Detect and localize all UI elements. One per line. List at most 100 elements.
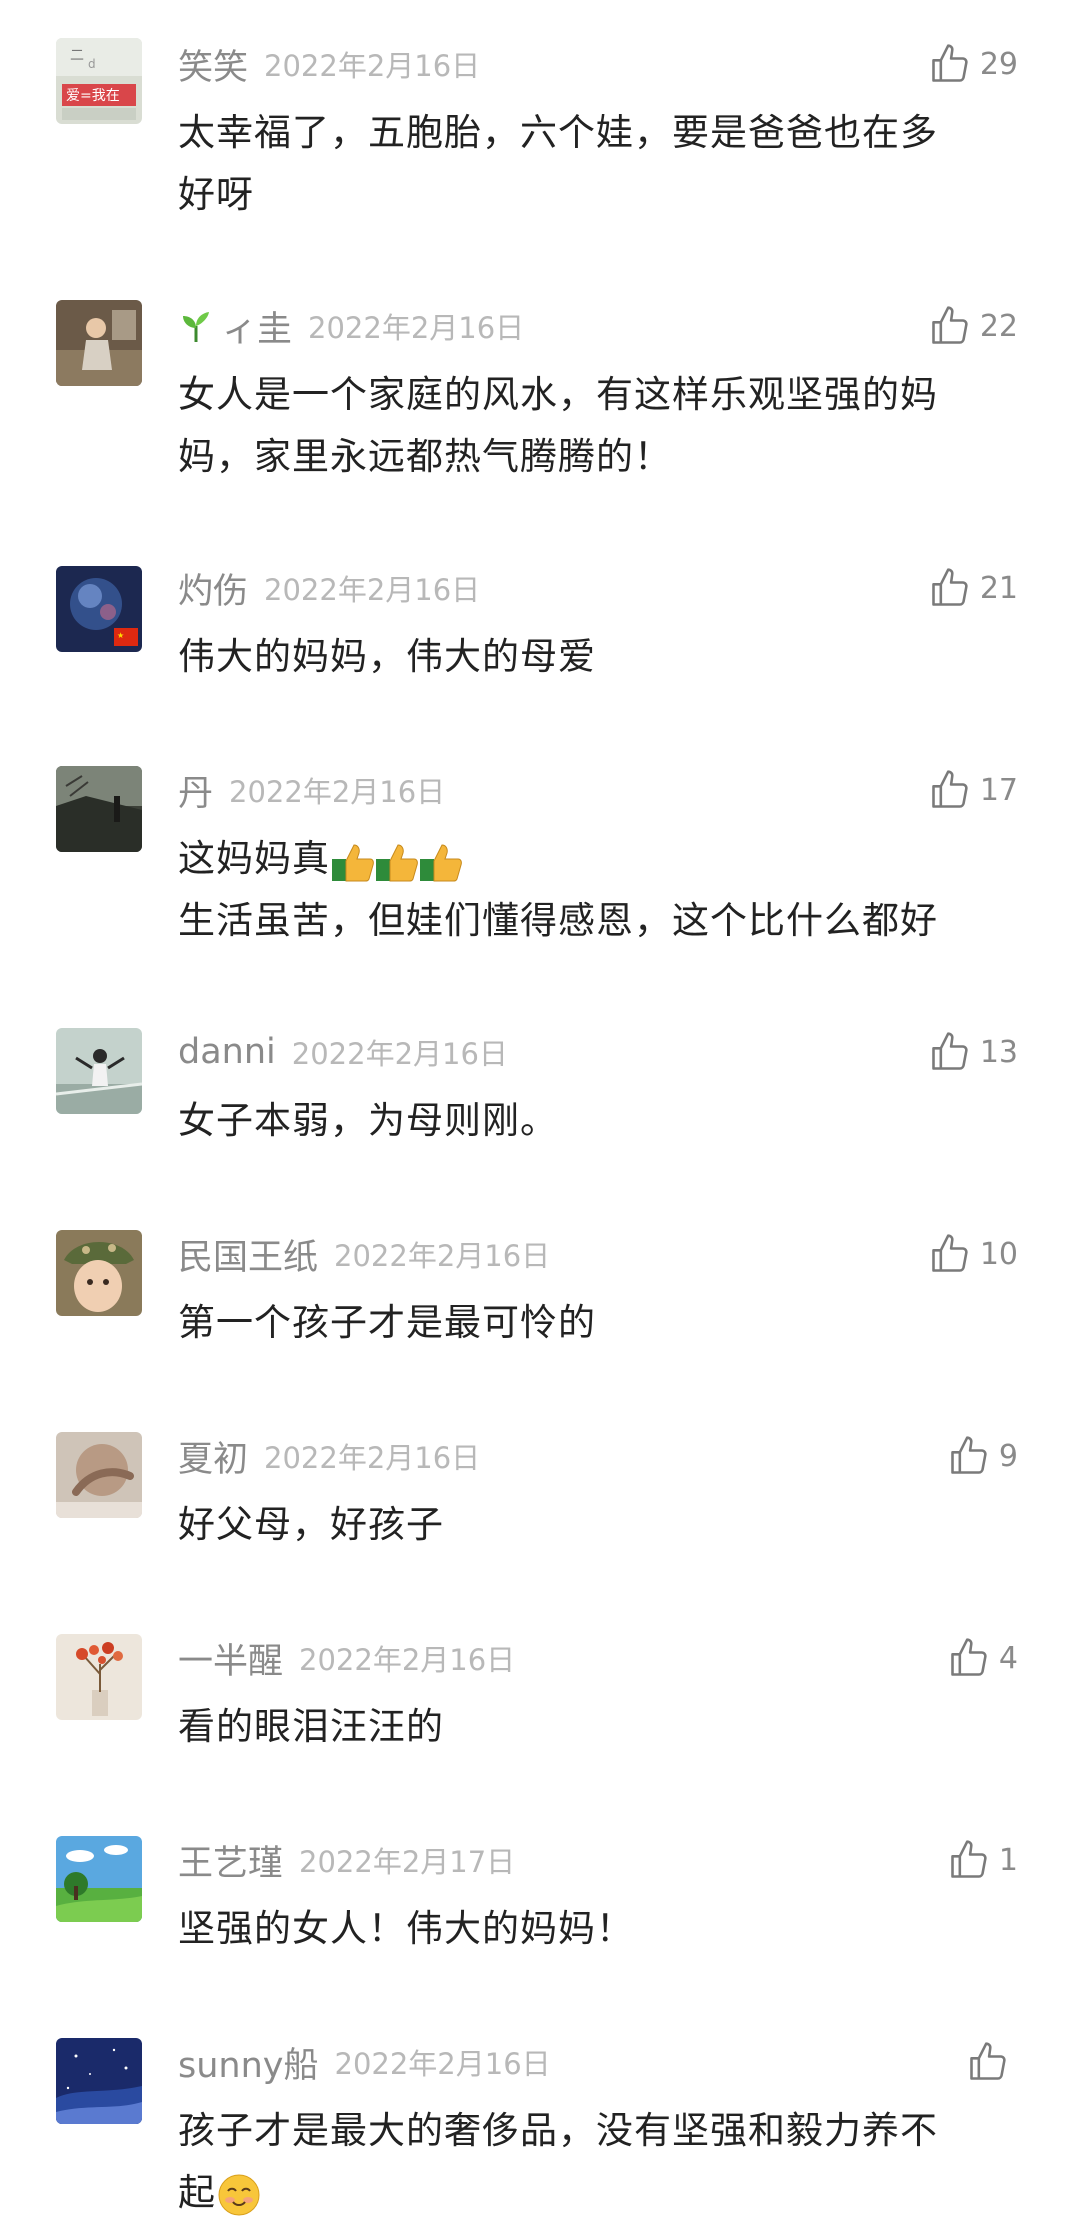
comment-text: 好父母，好孩子: [178, 1494, 998, 1556]
like-button[interactable]: 9: [947, 1424, 1018, 1488]
comment-meta: 灼伤 2022年2月16日: [178, 556, 480, 620]
comment-text: 女子本弱，为母则刚。: [178, 1090, 998, 1152]
like-count: 21: [979, 570, 1018, 606]
username[interactable]: 夏初: [178, 1431, 248, 1482]
username[interactable]: 灼伤: [178, 563, 248, 614]
comment-date: 2022年2月16日: [264, 573, 481, 607]
comment-text: 这妈妈真 生活虽苦，但娃们懂得感恩，这个比什么都好: [178, 828, 998, 952]
seedling-icon: [183, 312, 209, 342]
comment-text: 看的眼泪汪汪的: [178, 1696, 998, 1758]
avatar[interactable]: 二 d 爱=我在: [56, 38, 142, 124]
like-button[interactable]: 10: [928, 1222, 1018, 1286]
thumbs-up-outline-icon: [951, 1436, 987, 1474]
like-count: 13: [979, 1034, 1018, 1070]
thumbs-up-outline-icon: [932, 44, 968, 82]
avatar[interactable]: [56, 1028, 142, 1114]
comment-text: 太幸福了，五胞胎，六个娃，要是爸爸也在多 好呀: [178, 102, 998, 226]
avatar-image: [56, 2038, 142, 2124]
comment-line: 太幸福了，五胞胎，六个娃，要是爸爸也在多: [178, 111, 938, 154]
comment-date: 2022年2月16日: [334, 1239, 551, 1273]
comment-date: 2022年2月17日: [299, 1845, 516, 1879]
avatar[interactable]: ★: [56, 566, 142, 652]
like-button[interactable]: 17: [928, 758, 1018, 822]
like-button[interactable]: 1: [947, 1828, 1018, 1892]
avatar-image: [56, 766, 142, 852]
avatar[interactable]: [56, 1432, 142, 1518]
comment-text: 孩子才是最大的奢侈品，没有坚强和毅力养不 起: [178, 2100, 998, 2224]
comment-line: 好呀: [178, 173, 254, 216]
thumbs-up-outline-icon: [932, 568, 968, 606]
username[interactable]: 民国王纸: [178, 1229, 318, 1280]
comment-date: 2022年2月16日: [299, 1643, 516, 1677]
thumbs-up-outline-icon: [932, 1032, 968, 1070]
like-button[interactable]: 21: [928, 556, 1018, 620]
like-button[interactable]: 13: [928, 1020, 1018, 1084]
svg-text:★: ★: [117, 631, 124, 640]
comment-meta: 夏初 2022年2月16日: [178, 1424, 480, 1488]
like-button[interactable]: 4: [947, 1626, 1018, 1690]
like-button[interactable]: 29: [928, 32, 1018, 96]
thumbs-up-outline-icon: [970, 2042, 1006, 2080]
avatar-image: [56, 1432, 142, 1518]
comment-date: 2022年2月16日: [291, 1037, 508, 1071]
avatar-image: ★: [56, 566, 142, 652]
comment-line: 好父母，好孩子: [178, 1503, 444, 1546]
comment-line: 看的眼泪汪汪的: [178, 1705, 444, 1748]
thumbs-up-outline-icon: [932, 306, 968, 344]
like-count: 17: [979, 772, 1018, 808]
comment-line-text: 起: [178, 2171, 216, 2214]
comment-date: 2022年2月16日: [334, 2047, 551, 2081]
comment-date: 2022年2月16日: [229, 775, 446, 809]
comment-line: 这妈妈真: [178, 828, 998, 890]
username[interactable]: 王艺瑾: [178, 1835, 283, 1886]
avatar-image: [56, 1028, 142, 1114]
username[interactable]: 笑笑: [178, 39, 248, 90]
avatar-image: [56, 300, 142, 386]
comment-meta: 王艺瑾 2022年2月17日: [178, 1828, 515, 1892]
comment-line-text: 这妈妈真: [178, 837, 330, 880]
thumbs-up-outline-icon: [951, 1638, 987, 1676]
comment-line: 妈，家里永远都热气腾腾的！: [178, 435, 672, 478]
avatar[interactable]: [56, 1836, 142, 1922]
like-count: 9: [998, 1438, 1018, 1474]
avatar[interactable]: [56, 300, 142, 386]
username[interactable]: 丹: [178, 765, 213, 816]
username[interactable]: danni: [178, 1032, 276, 1072]
username[interactable]: sunny船: [178, 2037, 319, 2088]
comment-line: 孩子才是最大的奢侈品，没有坚强和毅力养不: [178, 2109, 938, 2152]
username[interactable]: 一半醒: [178, 1633, 283, 1684]
thumbs-up-outline-icon: [932, 1234, 968, 1272]
comment-meta: 民国王纸 2022年2月16日: [178, 1222, 550, 1286]
like-button[interactable]: 22: [928, 294, 1018, 358]
avatar[interactable]: [56, 2038, 142, 2124]
comment-meta: ィ圭 2022年2月16日: [178, 294, 524, 358]
avatar-image: [56, 1836, 142, 1922]
thumbs-up-outline-icon: [951, 1840, 987, 1878]
comment-text: 第一个孩子才是最可怜的: [178, 1292, 998, 1354]
smiling-face-emoji: [218, 2174, 260, 2215]
svg-text:二: 二: [70, 48, 84, 64]
like-count: 10: [979, 1236, 1018, 1272]
username[interactable]: ィ圭: [222, 301, 292, 352]
comment-line: 生活虽苦，但娃们懂得感恩，这个比什么都好: [178, 899, 938, 942]
avatar[interactable]: [56, 1230, 142, 1316]
avatar-caption: 爱=我在: [66, 88, 120, 104]
comment-line: 女子本弱，为母则刚。: [178, 1099, 558, 1142]
comment-meta: 笑笑 2022年2月16日: [178, 32, 480, 96]
comment-date: 2022年2月16日: [264, 1441, 481, 1475]
comment-line: 女人是一个家庭的风水，有这样乐观坚强的妈: [178, 373, 938, 416]
like-button[interactable]: [966, 2030, 1018, 2094]
comment-text: 伟大的妈妈，伟大的母爱: [178, 626, 998, 688]
avatar-image: [56, 1634, 142, 1720]
comment-date: 2022年2月16日: [264, 49, 481, 83]
avatar-image: [56, 1230, 142, 1316]
avatar[interactable]: [56, 1634, 142, 1720]
like-count: 4: [998, 1640, 1018, 1676]
avatar-image: 二 d 爱=我在: [56, 38, 142, 124]
comment-text: 坚强的女人！伟大的妈妈！: [178, 1898, 998, 1960]
thumbs-up-outline-icon: [932, 770, 968, 808]
like-count: 29: [979, 46, 1018, 82]
avatar[interactable]: [56, 766, 142, 852]
comment-date: 2022年2月16日: [308, 311, 525, 345]
like-count: 22: [979, 308, 1018, 344]
